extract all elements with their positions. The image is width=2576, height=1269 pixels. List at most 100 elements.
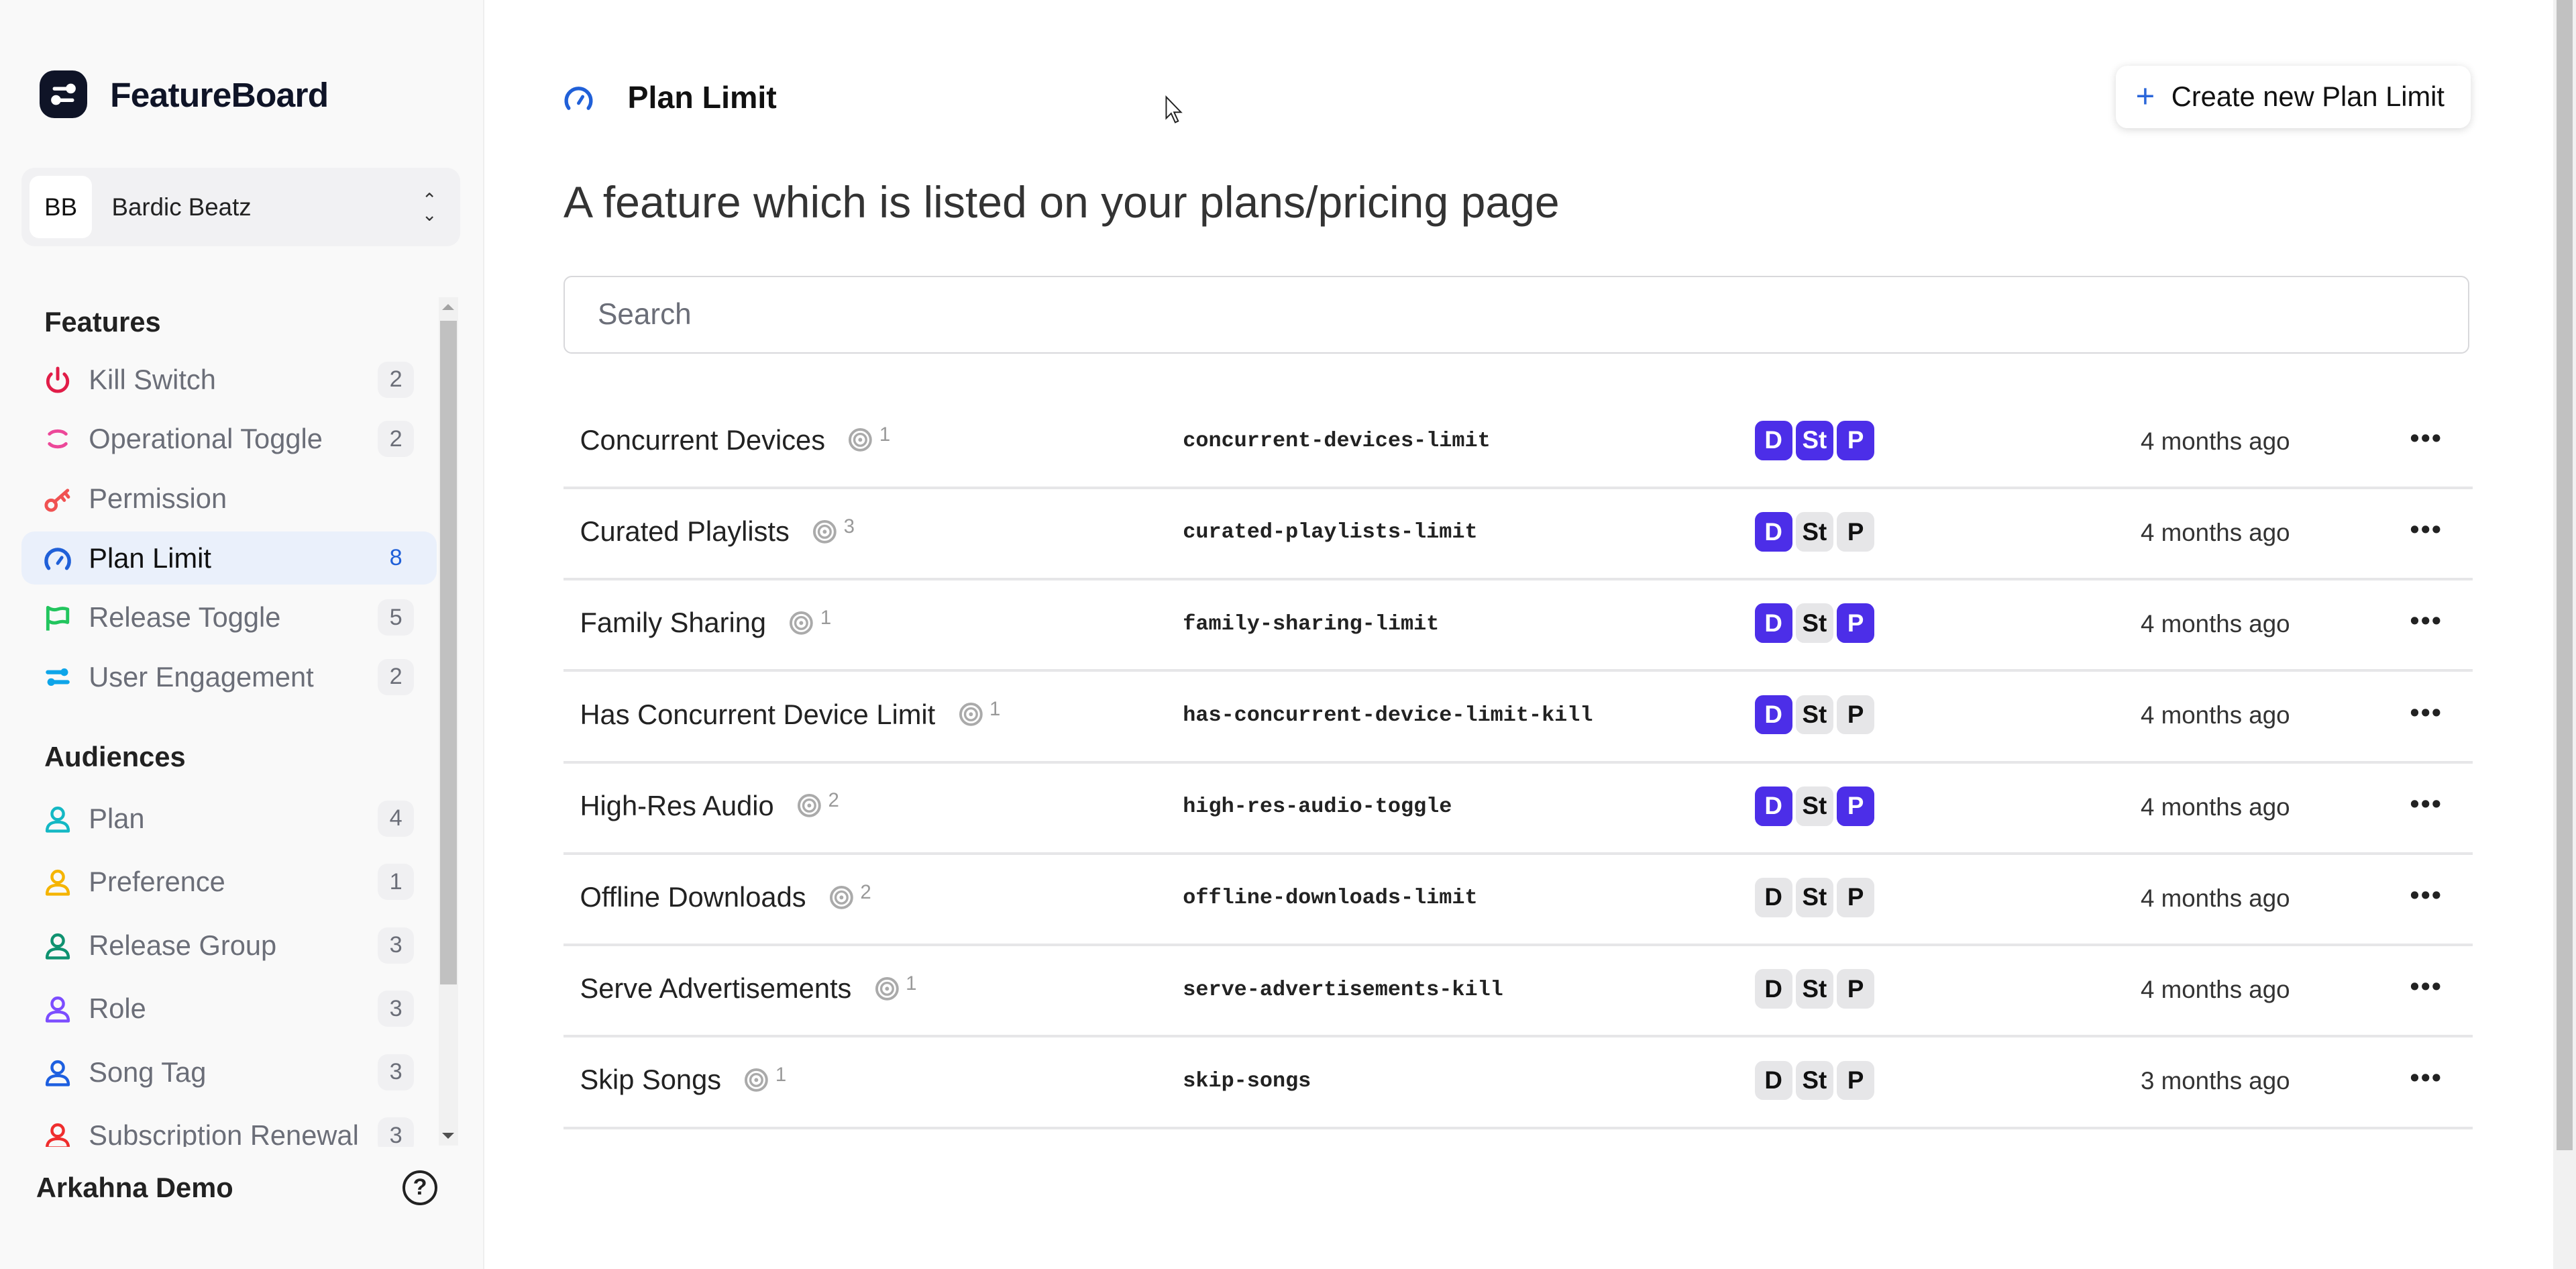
env-badge-p[interactable]: P (1836, 1060, 1875, 1101)
table-row[interactable]: High-Res Audio 2 high-res-audio-toggle D St P… (564, 764, 2473, 855)
sidebar-scroll-thumb[interactable] (440, 320, 457, 984)
more-options-icon[interactable]: ••• (2410, 790, 2443, 819)
feature-name[interactable]: Family Sharing (580, 607, 766, 639)
target-icon (875, 976, 899, 1001)
env-badge-d[interactable]: D (1754, 969, 1792, 1009)
organization-switcher[interactable]: BB Bardic Beatz ⌃ ⌄ (21, 167, 460, 247)
feature-key: serve-advertisements-kill (1183, 977, 1503, 1002)
env-badge-s[interactable]: St (1795, 420, 1834, 460)
gauge-icon (562, 82, 595, 121)
table-row[interactable]: Concurrent Devices 1 concurrent-devices-li… (564, 398, 2473, 489)
plan-limit-table: Concurrent Devices 1 concurrent-devices-li… (564, 398, 2473, 1129)
env-badge-p[interactable]: P (1836, 512, 1875, 552)
feature-name[interactable]: Serve Advertisements (580, 972, 851, 1005)
plus-icon: + (2135, 79, 2155, 115)
sidebar-item-count: 1 (378, 864, 415, 901)
sidebar-item-operational-toggle[interactable]: Operational Toggle 2 (21, 413, 437, 465)
feature-name-cell: Has Concurrent Device Limit 1 (580, 698, 1001, 731)
sidebar-item-label: Release Group (89, 929, 277, 961)
feature-name[interactable]: Skip Songs (580, 1064, 721, 1096)
sidebar-item-label: Subscription Renewal (89, 1119, 359, 1148)
sidebar-item-release-group[interactable]: Release Group 3 (21, 919, 437, 971)
env-badge-d[interactable]: D (1754, 512, 1792, 552)
help-icon[interactable]: ? (402, 1170, 438, 1205)
create-plan-limit-button[interactable]: + Create new Plan Limit (2116, 65, 2471, 128)
more-options-icon[interactable]: ••• (2410, 972, 2443, 1002)
audience-refs: 2 (797, 789, 839, 818)
scroll-down-arrow-icon[interactable] (441, 1133, 454, 1139)
environment-badges: D St P (1754, 1060, 1878, 1101)
audience-ref-count: 1 (775, 1064, 787, 1086)
more-options-icon[interactable]: ••• (2410, 881, 2443, 911)
page-scrollbar[interactable] (2553, 0, 2576, 1269)
more-options-icon[interactable]: ••• (2410, 424, 2443, 454)
env-badge-d[interactable]: D (1754, 1060, 1792, 1101)
env-badge-s[interactable]: St (1795, 969, 1834, 1009)
sidebar-item-count: 8 (389, 545, 402, 571)
table-row[interactable]: Skip Songs 1 skip-songs D St P 3 months ago ••• (564, 1037, 2473, 1129)
env-badge-s[interactable]: St (1795, 512, 1834, 552)
audience-refs: 3 (812, 515, 855, 544)
sidebar-item-preference[interactable]: Preference 1 (21, 856, 437, 908)
sidebar-item-user-engagement[interactable]: User Engagement 2 (21, 651, 437, 703)
env-badge-p[interactable]: P (1836, 603, 1875, 644)
flag-icon (43, 603, 72, 632)
sidebar-nav: Features Kill Switch 2 Operational Toggle 2… (0, 296, 460, 1148)
sidebar-item-release-toggle[interactable]: Release Toggle 5 (21, 591, 437, 644)
brand[interactable]: FeatureBoard (39, 70, 329, 119)
env-badge-s[interactable]: St (1795, 1060, 1834, 1101)
sidebar-item-kill-switch[interactable]: Kill Switch 2 (21, 354, 437, 406)
audience-ref-count: 1 (906, 972, 917, 995)
env-badge-d[interactable]: D (1754, 695, 1792, 735)
power-icon (43, 365, 72, 395)
env-badge-d[interactable]: D (1754, 878, 1792, 917)
audiences-section-title: Audiences (44, 741, 186, 773)
env-badge-s[interactable]: St (1795, 603, 1834, 644)
sidebar-item-subscription-renewal[interactable]: Subscription Renewal 3 (21, 1109, 437, 1148)
env-badge-s[interactable]: St (1795, 786, 1834, 826)
more-options-icon[interactable]: ••• (2410, 699, 2443, 728)
sidebar-item-label: Song Tag (89, 1056, 207, 1088)
sliders-icon (43, 662, 72, 692)
env-badge-d[interactable]: D (1754, 603, 1792, 644)
sidebar-scrollbar[interactable] (438, 297, 459, 1146)
table-row[interactable]: Curated Playlists 3 curated-playlists-limi… (564, 489, 2473, 581)
env-badge-p[interactable]: P (1836, 878, 1875, 917)
feature-name-cell: Concurrent Devices 1 (580, 423, 890, 456)
target-icon (745, 1068, 769, 1092)
sidebar-item-permission[interactable]: Permission (21, 472, 437, 525)
env-badge-p[interactable]: P (1836, 969, 1875, 1009)
page-description: A feature which is listed on your plans/… (564, 178, 1560, 228)
more-options-icon[interactable]: ••• (2410, 1064, 2443, 1093)
feature-name[interactable]: Offline Downloads (580, 881, 806, 913)
more-options-icon[interactable]: ••• (2410, 607, 2443, 636)
sidebar-item-plan-limit[interactable]: Plan Limit 8 (21, 531, 437, 585)
env-badge-p[interactable]: P (1836, 695, 1875, 735)
audience-ref-count: 2 (860, 880, 871, 903)
table-row[interactable]: Offline Downloads 2 offline-downloads-limi… (564, 855, 2473, 947)
env-badge-p[interactable]: P (1836, 420, 1875, 460)
search-input[interactable] (564, 276, 2469, 354)
table-row[interactable]: Serve Advertisements 1 serve-advertisement… (564, 946, 2473, 1038)
audience-ref-count: 1 (989, 698, 1001, 721)
table-row[interactable]: Family Sharing 1 family-sharing-limit D St P 4… (564, 580, 2473, 672)
org-avatar: BB (30, 176, 93, 239)
scroll-up-arrow-icon[interactable] (441, 304, 454, 311)
person-icon (43, 1121, 72, 1148)
env-badge-s[interactable]: St (1795, 695, 1834, 735)
env-badge-s[interactable]: St (1795, 878, 1834, 917)
table-row[interactable]: Has Concurrent Device Limit 1 has-concurre… (564, 672, 2473, 764)
env-badge-d[interactable]: D (1754, 786, 1792, 826)
feature-name[interactable]: Curated Playlists (580, 515, 789, 548)
env-badge-d[interactable]: D (1754, 420, 1792, 460)
sidebar-item-song-tag[interactable]: Song Tag 3 (21, 1046, 437, 1099)
feature-name[interactable]: Has Concurrent Device Limit (580, 699, 935, 731)
feature-name[interactable]: Concurrent Devices (580, 424, 825, 456)
audience-ref-count: 3 (843, 515, 855, 538)
page-scroll-thumb[interactable] (2556, 0, 2573, 1151)
env-badge-p[interactable]: P (1836, 786, 1875, 826)
more-options-icon[interactable]: ••• (2410, 515, 2443, 545)
sidebar-item-plan[interactable]: Plan 4 (21, 792, 437, 844)
sidebar-item-role[interactable]: Role 3 (21, 982, 437, 1035)
feature-name[interactable]: High-Res Audio (580, 790, 773, 822)
